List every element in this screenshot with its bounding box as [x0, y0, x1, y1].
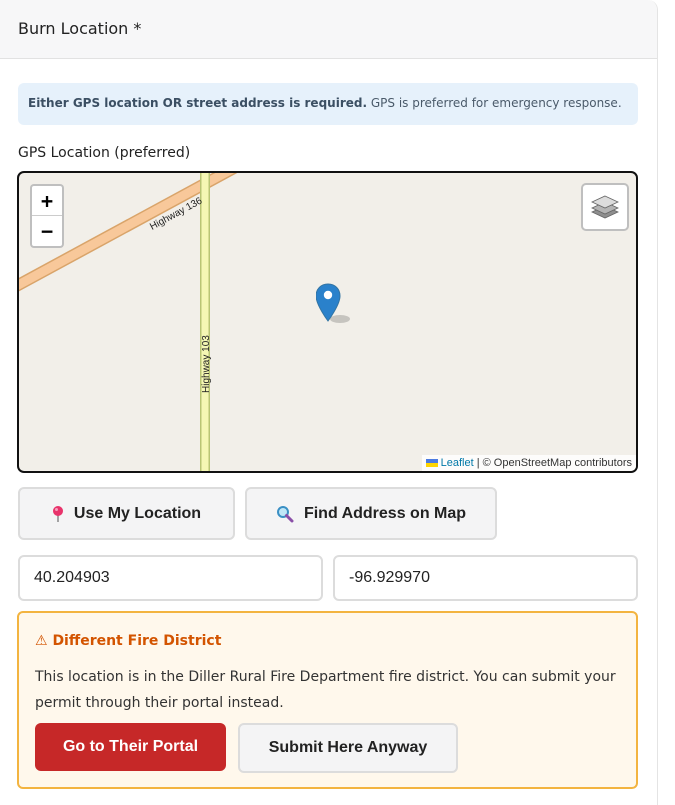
map-marker-icon[interactable]: [316, 283, 354, 327]
zoom-control: + −: [30, 184, 64, 248]
zoom-in-button[interactable]: +: [32, 186, 62, 216]
gps-location-label: GPS Location (preferred): [18, 145, 191, 161]
find-address-on-map-button[interactable]: Find Address on Map: [245, 487, 497, 540]
find-address-label: Find Address on Map: [303, 504, 467, 522]
ukraine-flag-icon: [425, 459, 438, 467]
warning-icon: ⚠: [35, 633, 48, 649]
road-label-highway-103: Highway 103: [201, 335, 212, 393]
district-warning-box: ⚠ Different Fire District This location …: [17, 611, 638, 789]
warning-message: This location is in the Diller Rural Fir…: [35, 669, 616, 711]
info-notice-text: GPS is preferred for emergency response.: [367, 96, 622, 110]
layers-icon: [591, 195, 619, 219]
submit-here-anyway-button[interactable]: Submit Here Anyway: [238, 723, 458, 773]
osm-attribution-text: | © OpenStreetMap contributors: [473, 457, 632, 469]
layers-button[interactable]: [581, 183, 629, 231]
leaflet-link[interactable]: Leaflet: [441, 457, 474, 469]
go-to-portal-button[interactable]: Go to Their Portal: [35, 723, 226, 771]
info-notice-bold: Either GPS location OR street address is…: [28, 96, 368, 110]
use-my-location-label: Use My Location: [73, 504, 202, 522]
pushpin-icon: [52, 505, 63, 522]
zoom-out-button[interactable]: −: [32, 216, 62, 246]
card-header: Burn Location *: [0, 0, 657, 59]
map-attribution: Leaflet | © OpenStreetMap contributors: [421, 455, 636, 471]
map-view[interactable]: Highway 136 Highway 103 + − Leaflet | © …: [17, 171, 638, 473]
info-notice: Either GPS location OR street address is…: [18, 83, 638, 125]
use-my-location-button[interactable]: Use My Location: [18, 487, 235, 540]
latitude-input[interactable]: [18, 555, 323, 601]
warning-title: ⚠ Different Fire District: [35, 633, 221, 649]
section-title: Burn Location *: [18, 19, 142, 38]
burn-location-card: Burn Location * Either GPS location OR s…: [0, 0, 658, 805]
warning-title-text: Different Fire District: [52, 633, 222, 649]
magnifier-icon: [276, 505, 294, 522]
longitude-input[interactable]: [333, 555, 638, 601]
